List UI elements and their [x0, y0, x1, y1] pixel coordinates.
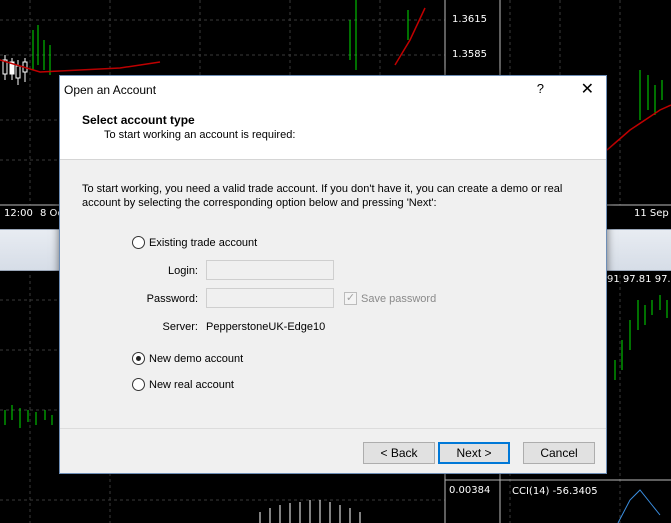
existing-account-label: Existing trade account: [149, 236, 258, 249]
close-icon[interactable]: ✕: [581, 79, 594, 99]
open-account-dialog: Open an Account ? ✕ Select account type …: [59, 75, 607, 474]
real-account-option[interactable]: New real account: [132, 378, 234, 391]
chart-time-label: 11 Sep 0: [634, 208, 671, 219]
login-label: Login:: [168, 265, 198, 277]
save-password-label: Save password: [361, 292, 437, 305]
save-password-option[interactable]: ✓ Save password: [344, 292, 436, 305]
save-password-checkbox[interactable]: ✓: [344, 292, 357, 305]
chart-values-label: 91 97.81 97.75: [607, 274, 671, 285]
password-input[interactable]: [206, 288, 334, 308]
chart-price-label: 0.00384: [449, 485, 491, 496]
chart-time-label: 12:00: [4, 208, 33, 219]
login-input[interactable]: [206, 260, 334, 280]
password-label: Password:: [146, 293, 198, 305]
server-value: PepperstoneUK-Edge10: [206, 321, 326, 333]
demo-account-label: New demo account: [149, 352, 244, 365]
dialog-titlebar[interactable]: Open an Account ? ✕: [60, 76, 606, 103]
demo-account-radio[interactable]: [132, 352, 145, 365]
existing-account-radio[interactable]: [132, 236, 145, 249]
real-account-label: New real account: [149, 378, 234, 391]
dialog-header: Select account type To start working an …: [60, 103, 606, 160]
chart-price-label: 1.3585: [452, 49, 487, 60]
back-button[interactable]: < Back: [363, 442, 435, 464]
header-subtitle: To start working an account is required:: [104, 129, 296, 141]
header-title: Select account type: [82, 113, 195, 127]
footer-divider: [60, 428, 606, 429]
chart-price-label: 1.3615: [452, 14, 487, 25]
instructions-text: To start working, you need a valid trade…: [82, 183, 563, 209]
server-label: Server:: [162, 321, 198, 333]
dialog-title: Open an Account: [64, 83, 157, 97]
demo-account-option[interactable]: New demo account: [132, 352, 243, 365]
help-icon[interactable]: ?: [537, 81, 544, 96]
next-button[interactable]: Next >: [438, 442, 510, 464]
indicator-label: CCI(14) -56.3405: [512, 486, 598, 497]
real-account-radio[interactable]: [132, 378, 145, 391]
cancel-button[interactable]: Cancel: [523, 442, 595, 464]
existing-account-option[interactable]: Existing trade account: [132, 236, 257, 249]
